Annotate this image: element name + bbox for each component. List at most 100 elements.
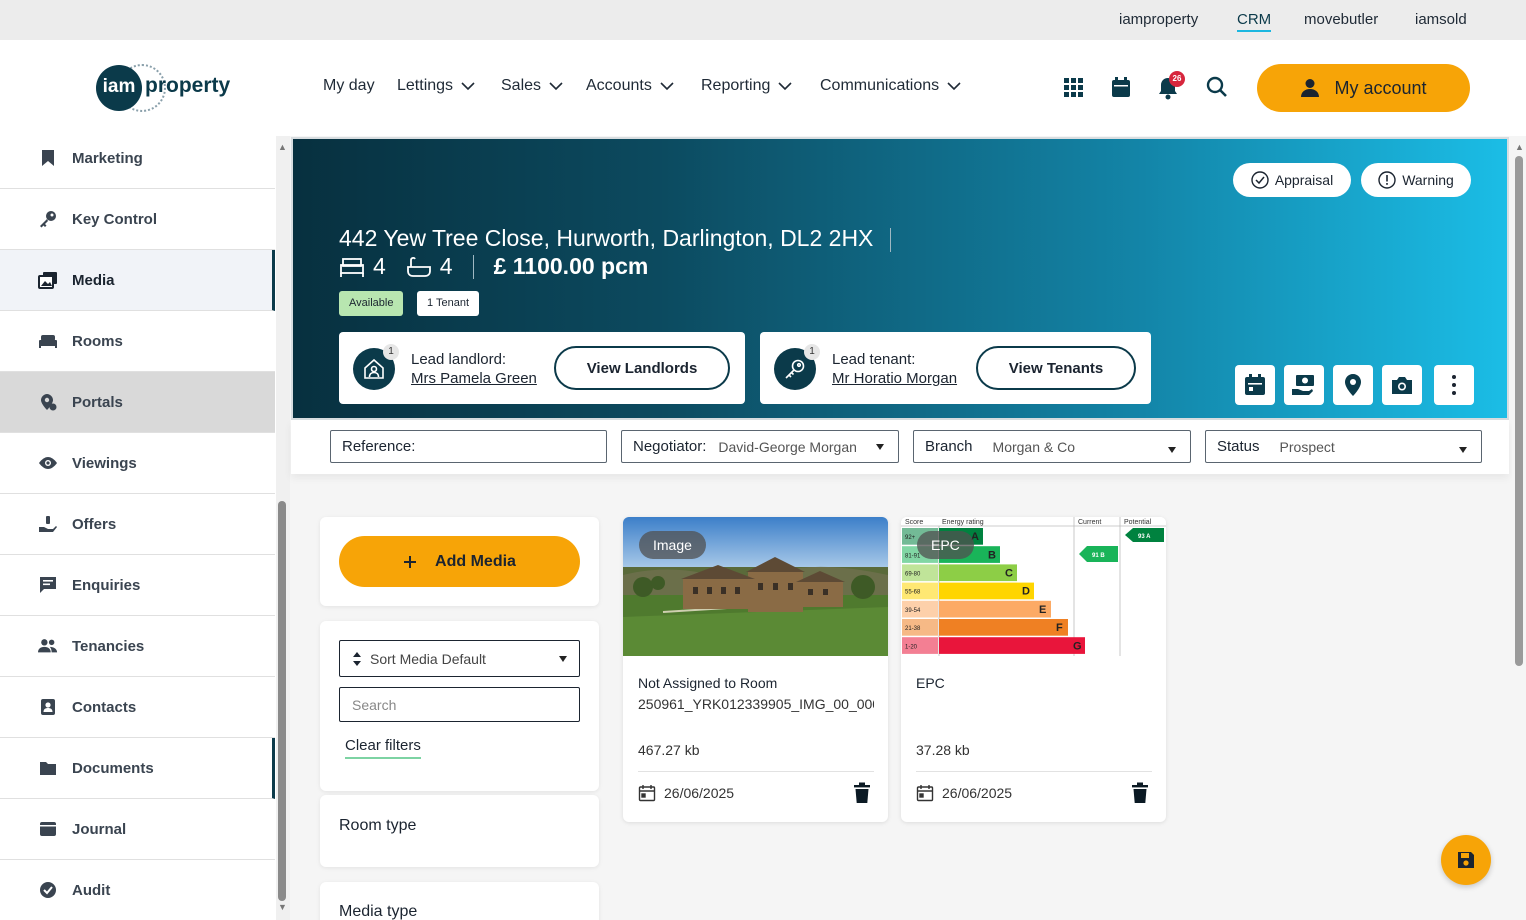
chat-icon — [38, 575, 58, 595]
my-account-label: My account — [1334, 77, 1427, 98]
people-icon — [38, 636, 58, 656]
sidebar-item-contacts[interactable]: Contacts — [0, 677, 275, 738]
sidebar-item-offers[interactable]: Offers — [0, 494, 275, 555]
search-icon[interactable] — [1206, 76, 1230, 100]
sidebar-item-portals[interactable]: Portals — [0, 372, 275, 433]
scroll-down-arrow[interactable]: ▼ — [278, 902, 287, 912]
sort-icon — [353, 651, 361, 666]
product-link-iamproperty[interactable]: iamproperty — [1119, 11, 1198, 28]
sort-media-value: Sort Media Default — [370, 650, 486, 667]
sidebar-item-enquiries[interactable]: Enquiries — [0, 555, 275, 616]
lead-tenant-name-link[interactable]: Mr Horatio Morgan — [832, 370, 957, 387]
camera-icon — [1392, 377, 1412, 394]
room-type-title: Room type — [339, 817, 417, 834]
page-scrollbar-thumb[interactable] — [1515, 156, 1523, 666]
save-button[interactable] — [1441, 835, 1491, 885]
chevron-down-icon — [778, 81, 792, 90]
landlord-count: 1 — [383, 344, 399, 360]
key-icon — [38, 209, 58, 229]
sidebar-item-label: Offers — [72, 515, 117, 533]
media-thumbnail[interactable]: Image — [623, 517, 888, 656]
branch-value: Morgan & Co — [992, 438, 1076, 455]
epc-potential-value: 93 A — [1138, 534, 1151, 540]
media-search-input[interactable] — [339, 687, 580, 722]
sidebar-item-marketing[interactable]: Marketing — [0, 128, 275, 189]
sidebar-scrollbar-thumb[interactable] — [278, 501, 286, 901]
nav-reporting[interactable]: Reporting — [701, 77, 792, 95]
page-scrollbar[interactable]: ▲ — [1512, 136, 1526, 920]
save-icon — [1458, 852, 1474, 868]
clear-filters-link[interactable]: Clear filters — [345, 737, 421, 759]
product-link-crm[interactable]: CRM — [1237, 11, 1272, 32]
sidebar: Marketing Key Control Media Rooms Portal… — [0, 128, 276, 920]
nav-lettings[interactable]: Lettings — [397, 77, 475, 95]
sidebar-scrollbar[interactable]: ▲ ▼ — [276, 136, 290, 920]
add-media-button[interactable]: Add Media — [339, 536, 580, 587]
room-type-panel[interactable]: Room type — [320, 795, 599, 867]
branch-select[interactable]: Branch Morgan & Co — [913, 430, 1191, 463]
media-type-panel[interactable]: Media type — [320, 882, 599, 920]
negotiator-value: David-George Morgan — [718, 438, 857, 455]
media-card[interactable]: Score Energy rating Current Potential 92… — [901, 517, 1166, 822]
quick-action-map[interactable] — [1333, 365, 1373, 405]
sort-media-select[interactable]: Sort Media Default — [339, 640, 580, 677]
sidebar-item-audit[interactable]: Audit — [0, 860, 275, 920]
epc-band-letter: D — [1022, 586, 1030, 598]
media-date: 26/06/2025 — [638, 784, 734, 802]
sidebar-item-key-control[interactable]: Key Control — [0, 189, 275, 250]
check-circle-icon — [1251, 171, 1269, 189]
sidebar-item-viewings[interactable]: Viewings — [0, 433, 275, 494]
folder-icon — [38, 758, 58, 778]
branch-label: Branch — [925, 438, 973, 455]
lead-landlord-label: Lead landlord: — [411, 351, 507, 368]
media-card[interactable]: Image Not Assigned to Room 250961_YRK012… — [623, 517, 888, 822]
warning-pill[interactable]: Warning — [1361, 163, 1471, 197]
calendar-icon — [916, 785, 934, 802]
sidebar-item-documents[interactable]: Documents — [0, 738, 275, 799]
sidebar-item-media[interactable]: Media — [0, 250, 275, 311]
sidebar-item-journal[interactable]: Journal — [0, 799, 275, 860]
scroll-up-arrow[interactable]: ▲ — [278, 142, 287, 152]
logo-word: property — [145, 74, 231, 97]
chevron-down-icon — [876, 444, 884, 450]
trash-icon[interactable] — [1130, 782, 1152, 804]
more-vertical-icon — [1452, 375, 1456, 395]
quick-action-cash[interactable] — [1284, 365, 1324, 405]
status-select[interactable]: Status Prospect — [1205, 430, 1482, 463]
appraisal-pill[interactable]: Appraisal — [1233, 163, 1351, 197]
calendar-icon[interactable] — [1110, 76, 1134, 100]
negotiator-select[interactable]: Negotiator: David-George Morgan — [621, 430, 899, 463]
lead-landlord-name-link[interactable]: Mrs Pamela Green — [411, 370, 537, 387]
epc-band-range: 1-20 — [905, 644, 918, 650]
scroll-up-arrow[interactable]: ▲ — [1515, 142, 1524, 152]
trash-icon[interactable] — [852, 782, 874, 804]
logo[interactable]: iam property — [96, 64, 236, 112]
media-type-chip: EPC — [917, 531, 974, 559]
media-filename: 250961_YRK012339905_IMG_00_0000 — [638, 696, 874, 712]
sidebar-item-label: Key Control — [72, 210, 158, 228]
chevron-down-icon — [461, 81, 475, 90]
nav-my-day[interactable]: My day — [323, 77, 375, 95]
nav-accounts[interactable]: Accounts — [586, 77, 674, 95]
nav-sales[interactable]: Sales — [501, 77, 563, 95]
sidebar-item-tenancies[interactable]: Tenancies — [0, 616, 275, 677]
user-icon — [1301, 79, 1320, 97]
quick-action-camera[interactable] — [1382, 365, 1422, 405]
product-link-movebutler[interactable]: movebutler — [1304, 11, 1378, 28]
view-tenants-button[interactable]: View Tenants — [976, 346, 1136, 390]
epc-chart-thumbnail[interactable]: Score Energy rating Current Potential 92… — [901, 517, 1166, 656]
quick-action-more[interactable] — [1434, 365, 1474, 405]
apps-grid-icon[interactable] — [1062, 76, 1086, 100]
quick-action-calendar[interactable] — [1235, 365, 1275, 405]
alert-circle-icon — [1378, 171, 1396, 189]
epc-band-range: 55-68 — [905, 590, 921, 596]
warning-label: Warning — [1402, 172, 1454, 188]
my-account-button[interactable]: My account — [1257, 64, 1470, 112]
nav-communications[interactable]: Communications — [820, 77, 961, 95]
product-link-iamsold[interactable]: iamsold — [1415, 11, 1467, 28]
check-circle-icon — [38, 880, 58, 900]
media-date-value: 26/06/2025 — [942, 785, 1013, 801]
view-landlords-button[interactable]: View Landlords — [554, 346, 730, 390]
sidebar-item-rooms[interactable]: Rooms — [0, 311, 275, 372]
reference-field[interactable]: Reference: — [330, 430, 607, 463]
